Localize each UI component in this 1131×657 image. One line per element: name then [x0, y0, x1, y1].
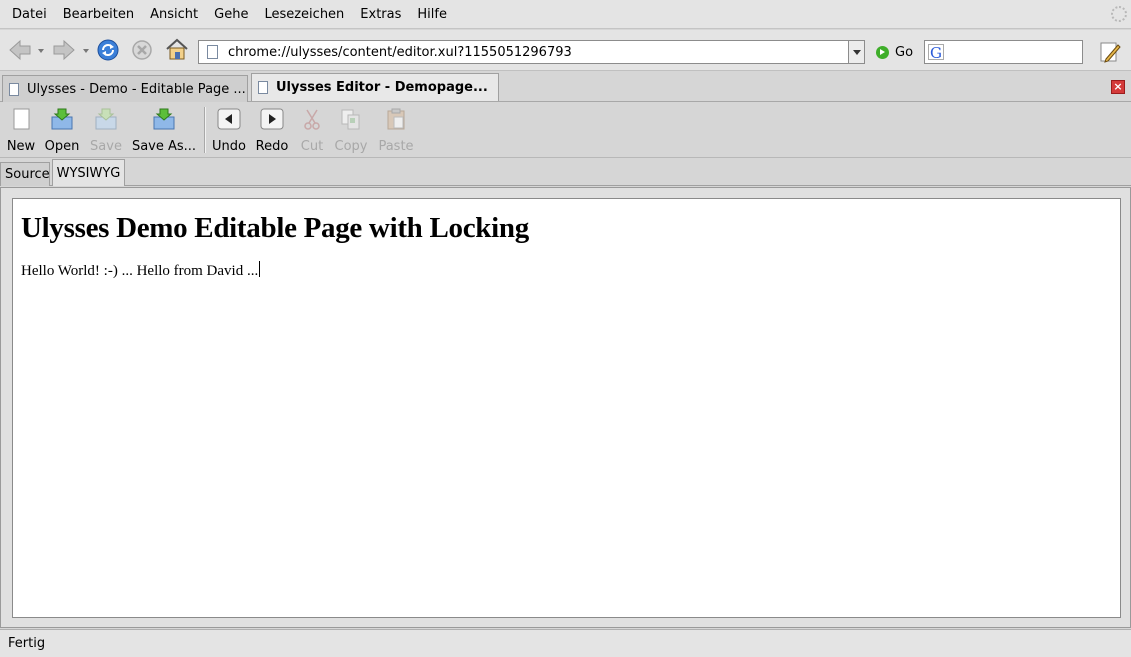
text-caret — [259, 261, 261, 277]
undo-label: Undo — [212, 139, 246, 154]
reload-icon — [97, 39, 119, 61]
tab-source[interactable]: Source — [0, 162, 50, 186]
tab-wysiwyg[interactable]: WYSIWYG — [52, 159, 125, 186]
save-label: Save — [90, 139, 122, 154]
copy-icon — [341, 109, 360, 130]
go-label: Go — [895, 44, 914, 60]
scissors-icon — [304, 109, 320, 130]
menu-extras[interactable]: Extras — [352, 0, 409, 29]
cut-label: Cut — [300, 139, 324, 154]
go-button[interactable]: Go — [876, 42, 913, 62]
home-button[interactable] — [163, 37, 191, 61]
open-label: Open — [44, 139, 80, 154]
open-button[interactable]: Open — [44, 107, 80, 154]
save-icon — [95, 108, 117, 130]
cut-button[interactable]: Cut — [298, 107, 326, 154]
reload-button[interactable] — [95, 38, 121, 62]
save-button[interactable]: Save — [89, 107, 123, 154]
wysiwyg-editor[interactable]: Ulysses Demo Editable Page with Locking … — [12, 198, 1121, 618]
paste-label: Paste — [378, 139, 414, 154]
tab-label: Ulysses - Demo - Editable Page ... — [27, 81, 246, 97]
menu-ansicht[interactable]: Ansicht — [142, 0, 206, 29]
tab-demo-page[interactable]: Ulysses - Demo - Editable Page ... — [2, 75, 248, 102]
paste-button[interactable]: Paste — [377, 107, 415, 154]
undo-button[interactable]: Undo — [212, 107, 246, 154]
menu-hilfe[interactable]: Hilfe — [409, 0, 455, 29]
redo-icon — [260, 108, 284, 130]
undo-icon — [217, 108, 241, 130]
forward-arrow-icon — [53, 39, 75, 61]
url-history-dropdown[interactable] — [848, 40, 865, 64]
compose-button[interactable] — [1097, 39, 1123, 65]
home-icon — [166, 38, 188, 60]
tab-ulysses-editor[interactable]: Ulysses Editor - Demopage... — [251, 73, 499, 101]
save-as-icon — [153, 108, 175, 130]
forward-history-dropdown-icon[interactable] — [83, 49, 89, 53]
new-label: New — [6, 139, 36, 154]
toolbar-separator — [204, 107, 206, 153]
copy-label: Copy — [334, 139, 368, 154]
editor-mode-tabs: Source WYSIWYG — [0, 159, 1131, 186]
go-arrow-icon — [876, 45, 889, 59]
copy-button[interactable]: Copy — [333, 107, 369, 154]
new-document-icon — [13, 108, 30, 130]
page-icon — [9, 82, 19, 96]
document-paragraph[interactable]: Hello World! :-) ... Hello from David ..… — [21, 261, 1112, 280]
page-icon — [207, 45, 218, 59]
status-bar: Fertig — [0, 629, 1131, 657]
google-search-engine-icon[interactable]: G — [928, 44, 944, 61]
close-tab-icon[interactable]: × — [1111, 80, 1125, 94]
stop-button[interactable] — [130, 38, 154, 62]
menu-lesezeichen[interactable]: Lesezeichen — [256, 0, 352, 29]
search-bar[interactable]: G — [924, 40, 1083, 64]
new-button[interactable]: New — [6, 107, 36, 154]
tab-label: Ulysses Editor - Demopage... — [276, 80, 488, 95]
document-heading[interactable]: Ulysses Demo Editable Page with Locking — [21, 209, 1112, 247]
back-history-dropdown-icon[interactable] — [38, 49, 44, 53]
paste-icon — [387, 108, 405, 130]
tab-source-label: Source — [5, 167, 50, 182]
menu-bar: Datei Bearbeiten Ansicht Gehe Lesezeiche… — [0, 0, 1131, 29]
menu-bearbeiten[interactable]: Bearbeiten — [55, 0, 142, 29]
redo-label: Redo — [255, 139, 289, 154]
forward-button[interactable] — [50, 38, 78, 62]
save-as-button[interactable]: Save As... — [131, 107, 197, 154]
back-button[interactable] — [6, 38, 34, 62]
back-arrow-icon — [9, 39, 31, 61]
throbber-icon — [1111, 6, 1127, 22]
pencil-icon — [1100, 42, 1121, 63]
url-text[interactable]: chrome://ulysses/content/editor.xul?1155… — [228, 45, 572, 60]
editor-frame: Ulysses Demo Editable Page with Locking … — [0, 187, 1131, 628]
url-bar[interactable]: chrome://ulysses/content/editor.xul?1155… — [198, 40, 849, 64]
stop-icon — [132, 40, 152, 60]
tab-wysiwyg-label: WYSIWYG — [56, 165, 121, 181]
status-text: Fertig — [8, 636, 46, 651]
paragraph-text[interactable]: Hello World! :-) ... Hello from David ..… — [21, 263, 258, 279]
menu-gehe[interactable]: Gehe — [206, 0, 256, 29]
open-icon — [51, 108, 73, 130]
save-as-label: Save As... — [131, 139, 197, 154]
menu-datei[interactable]: Datei — [4, 0, 55, 29]
redo-button[interactable]: Redo — [255, 107, 289, 154]
page-icon — [258, 81, 268, 94]
